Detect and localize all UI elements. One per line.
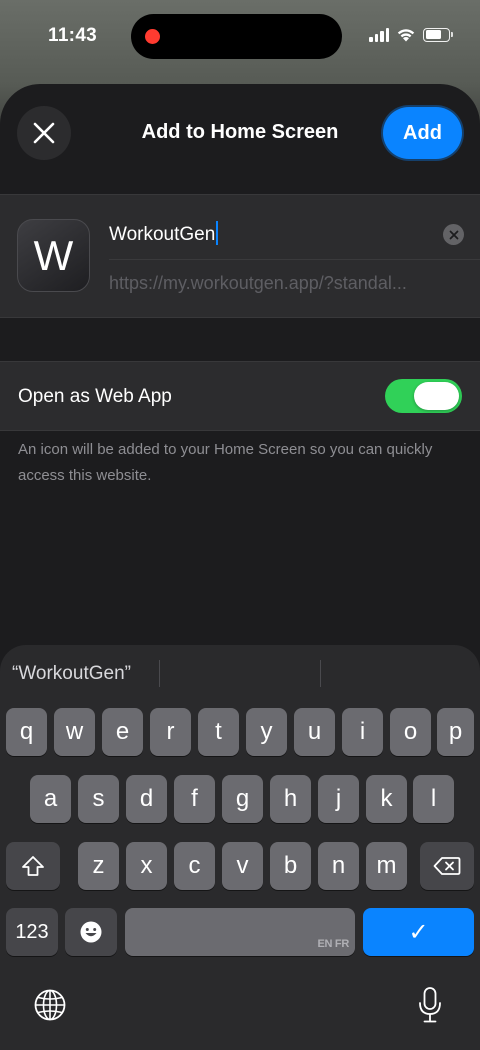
suggestion-item[interactable]: “WorkoutGen” [12, 663, 131, 685]
text-caret [216, 221, 219, 245]
keyboard: “WorkoutGen” q w e r t y u i o p a s d f… [0, 645, 480, 1050]
key-k[interactable]: k [366, 775, 407, 823]
footnote-text: An icon will be added to your Home Scree… [18, 441, 433, 484]
battery-icon [423, 27, 453, 42]
app-icon: W [17, 219, 90, 292]
suggestion-bar: “WorkoutGen” [0, 645, 480, 701]
key-m[interactable]: m [366, 842, 407, 890]
key-v[interactable]: v [222, 842, 263, 890]
app-name-field[interactable]: WorkoutGen [109, 209, 480, 260]
wifi-icon [397, 29, 415, 42]
shift-icon [22, 856, 44, 876]
shift-key[interactable] [6, 842, 60, 890]
status-time: 11:43 [48, 25, 98, 46]
key-r[interactable]: r [150, 708, 191, 756]
cellular-signal-icon [369, 27, 389, 42]
key-s[interactable]: s [78, 775, 119, 823]
key-p[interactable]: p [437, 708, 474, 756]
key-i[interactable]: i [342, 708, 383, 756]
toggle-knob [414, 382, 459, 410]
key-o[interactable]: o [390, 708, 431, 756]
key-x[interactable]: x [126, 842, 167, 890]
emoji-key[interactable] [65, 908, 117, 956]
key-c[interactable]: c [174, 842, 215, 890]
key-f[interactable]: f [174, 775, 215, 823]
status-bar: 11:43 [0, 0, 480, 72]
add-button[interactable]: Add [383, 107, 462, 159]
open-as-web-app-toggle[interactable] [385, 379, 462, 413]
backspace-icon [433, 857, 461, 875]
key-n[interactable]: n [318, 842, 359, 890]
numbers-key[interactable]: 123 [6, 908, 58, 956]
key-y[interactable]: y [246, 708, 287, 756]
microphone-icon [419, 987, 441, 1023]
globe-icon [34, 989, 66, 1021]
suggestion-divider [320, 660, 321, 687]
key-g[interactable]: g [222, 775, 263, 823]
clear-icon [449, 230, 458, 239]
key-l[interactable]: l [413, 775, 454, 823]
web-app-toggle-row: Open as Web App [0, 361, 480, 431]
key-u[interactable]: u [294, 708, 335, 756]
space-key[interactable]: EN FR [125, 908, 355, 956]
globe-button[interactable] [32, 987, 68, 1023]
key-d[interactable]: d [126, 775, 167, 823]
suggestion-divider [159, 660, 160, 687]
key-a[interactable]: a [30, 775, 71, 823]
clear-text-button[interactable] [443, 224, 464, 245]
key-b[interactable]: b [270, 842, 311, 890]
space-language-label: EN FR [317, 938, 349, 950]
key-j[interactable]: j [318, 775, 359, 823]
dictation-button[interactable] [414, 985, 446, 1025]
emoji-icon [80, 921, 102, 943]
done-key[interactable]: ✓ [363, 908, 474, 956]
dynamic-island [131, 14, 342, 59]
app-name-value: WorkoutGen [109, 224, 216, 245]
key-q[interactable]: q [6, 708, 47, 756]
recording-dot-icon [145, 29, 160, 44]
key-z[interactable]: z [78, 842, 119, 890]
key-t[interactable]: t [198, 708, 239, 756]
key-e[interactable]: e [102, 708, 143, 756]
toggle-label: Open as Web App [18, 386, 172, 407]
key-h[interactable]: h [270, 775, 311, 823]
key-w[interactable]: w [54, 708, 95, 756]
app-url: https://my.workoutgen.app/?standal... [109, 273, 407, 293]
backspace-key[interactable] [420, 842, 474, 890]
status-icons [369, 27, 453, 42]
sheet-header: Add to Home Screen Add [0, 84, 480, 194]
app-info-card: W WorkoutGen https://my.workoutgen.app/?… [0, 194, 480, 318]
